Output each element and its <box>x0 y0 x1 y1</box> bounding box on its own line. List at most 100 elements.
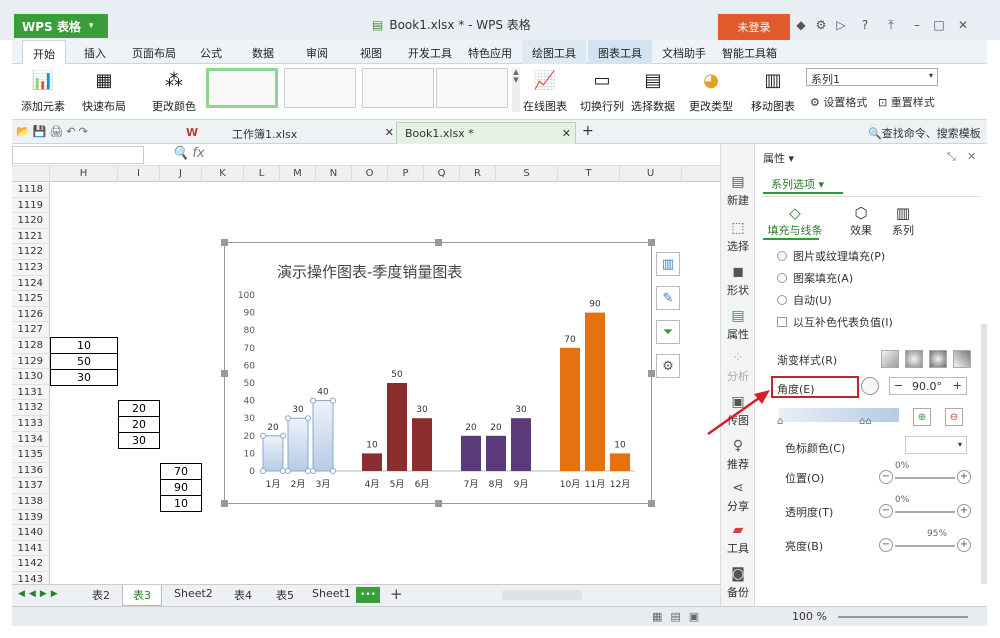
row-header[interactable]: 1120 <box>12 213 50 229</box>
col-i[interactable]: I <box>118 166 160 182</box>
decrement-icon[interactable]: − <box>894 379 903 392</box>
row-header[interactable]: 1132 <box>12 400 50 416</box>
cell-j1137[interactable]: 90 <box>160 479 202 496</box>
effects-tab[interactable]: ⬡ 效果 <box>841 204 881 238</box>
row-header[interactable]: 1139 <box>12 509 50 526</box>
name-box[interactable] <box>12 146 144 164</box>
quick-layout-button[interactable]: ▦ 快速布局 <box>78 64 130 114</box>
row-header[interactable]: 1135 <box>12 447 50 463</box>
search-box[interactable]: 🔍查找命令、搜索模板 <box>868 125 981 141</box>
menu-smart-toolbox[interactable]: 智能工具箱 <box>722 45 777 61</box>
bar-4[interactable] <box>362 453 382 471</box>
add-stop-icon[interactable]: ⊕ <box>913 408 931 426</box>
chart-style-1[interactable] <box>206 68 278 108</box>
panel-scrollbar[interactable] <box>981 324 987 584</box>
increment-icon[interactable]: + <box>957 538 971 552</box>
selection-handle[interactable] <box>280 432 286 439</box>
data-label[interactable]: 30 <box>416 405 428 415</box>
sheet-tab-5[interactable]: 表5 <box>276 587 294 603</box>
new-tab-icon[interactable]: + <box>574 122 602 144</box>
bar-5[interactable] <box>387 383 407 471</box>
menu-dev-tools[interactable]: 开发工具 <box>408 45 452 61</box>
selection-handle[interactable] <box>330 397 336 404</box>
vbar-recommend[interactable]: ♀ 推荐 <box>721 438 755 472</box>
select-all[interactable] <box>12 166 50 182</box>
close-icon[interactable]: ✕ <box>562 127 571 140</box>
move-chart-button[interactable]: ▥ 移动图表 <box>750 64 796 114</box>
data-label[interactable]: 10 <box>366 440 378 450</box>
change-color-button[interactable]: ⁂ 更改颜色 <box>148 64 200 114</box>
menu-chart-tools[interactable]: 图表工具 <box>588 40 652 64</box>
data-label[interactable]: 30 <box>292 405 304 415</box>
menu-special[interactable]: 特色应用 <box>468 45 512 61</box>
bar-9[interactable] <box>511 418 531 471</box>
bar-3[interactable] <box>312 400 334 472</box>
position-slider[interactable]: − 0% + <box>879 461 971 484</box>
gradient-path-button[interactable] <box>953 350 971 368</box>
panel-title[interactable]: 属性 ▾ <box>763 150 794 166</box>
selection-handle[interactable] <box>330 468 336 474</box>
col-k[interactable]: K <box>202 166 244 182</box>
cell-j1136[interactable]: 70 <box>160 463 202 480</box>
bar-8[interactable] <box>486 435 506 471</box>
sheet-tab-sheet2[interactable]: Sheet2 <box>174 587 213 600</box>
selection-handle[interactable] <box>280 468 286 474</box>
row-header[interactable]: 1128 <box>12 338 50 354</box>
zoom-level[interactable]: 100 % <box>792 610 827 623</box>
vbar-properties[interactable]: ▤ 属性 <box>721 308 755 342</box>
row-header[interactable]: 1127 <box>12 322 50 338</box>
transparency-slider[interactable]: − 0% + <box>879 495 971 518</box>
add-element-button[interactable]: 📊 添加元素 <box>20 64 66 114</box>
close-icon[interactable]: ✕ <box>967 150 976 163</box>
row-header[interactable]: 1119 <box>12 197 50 214</box>
cell-j1138[interactable]: 10 <box>160 495 202 512</box>
row-header[interactable]: 1141 <box>12 540 50 557</box>
collapse-icon[interactable]: ⤡ <box>947 150 956 164</box>
gradient-stop[interactable]: ⌂⌂ <box>859 416 872 427</box>
bar-1[interactable] <box>262 435 284 472</box>
fx-icon[interactable]: 🔍 fx <box>172 146 205 161</box>
brush-icon[interactable]: ✎ <box>656 286 680 310</box>
increment-icon[interactable]: + <box>957 504 971 518</box>
menu-page-layout[interactable]: 页面布局 <box>132 45 176 61</box>
row-header[interactable]: 1137 <box>12 478 50 494</box>
reset-style-button[interactable]: ⊡ 重置样式 <box>878 94 935 110</box>
col-o[interactable]: O <box>352 166 388 182</box>
angle-value[interactable]: 90.0° <box>912 380 942 393</box>
selection-handle[interactable] <box>260 432 266 439</box>
data-label[interactable]: 90 <box>589 300 601 310</box>
filter-icon[interactable]: ⏷ <box>656 320 680 344</box>
col-r[interactable]: R <box>460 166 496 182</box>
selection-handle[interactable] <box>310 468 316 474</box>
help-icon[interactable]: ? <box>858 18 872 32</box>
series-tab[interactable]: ▥ 系列 <box>883 204 923 238</box>
share-icon[interactable]: ▷ <box>834 18 848 32</box>
selection-handle[interactable] <box>305 415 311 422</box>
file-tab-workbook1[interactable]: 工作簿1.xlsx ✕ <box>224 122 396 144</box>
gradient-linear-button[interactable] <box>881 350 899 368</box>
decrement-icon[interactable]: − <box>879 504 893 518</box>
sheet-tab-2[interactable]: 表2 <box>92 587 110 603</box>
data-label[interactable]: 20 <box>465 423 477 433</box>
bar-11[interactable] <box>585 312 605 471</box>
data-label[interactable]: 40 <box>317 388 329 398</box>
row-header[interactable]: 1136 <box>12 462 50 479</box>
add-sheet-icon[interactable]: + <box>390 585 403 603</box>
file-tab-book1[interactable]: Book1.xlsx * ✕ <box>396 122 576 144</box>
chart-elements-icon[interactable]: ▥ <box>656 252 680 276</box>
vbar-tools[interactable]: ▰ 工具 <box>721 522 755 556</box>
switch-rowcol-button[interactable]: ▭ 切换行列 <box>580 64 624 114</box>
col-n[interactable]: N <box>316 166 352 182</box>
menu-drawing-tools[interactable]: 绘图工具 <box>522 40 586 64</box>
delete-stop-icon[interactable]: ⊖ <box>945 408 963 426</box>
row-header[interactable]: 1121 <box>12 228 50 245</box>
selection-handle[interactable] <box>285 415 291 422</box>
vbar-new[interactable]: ▤ 新建 <box>721 174 755 208</box>
select-data-button[interactable]: ▤ 选择数据 <box>630 64 676 114</box>
row-header[interactable]: 1134 <box>12 431 50 448</box>
sheet-nav-arrows[interactable]: ◀◀▶▶ <box>18 589 62 599</box>
menu-home[interactable]: 开始 <box>22 40 66 64</box>
row-header[interactable]: 1129 <box>12 353 50 370</box>
data-label[interactable]: 20 <box>490 423 502 433</box>
cell-h1129[interactable]: 50 <box>50 353 118 370</box>
